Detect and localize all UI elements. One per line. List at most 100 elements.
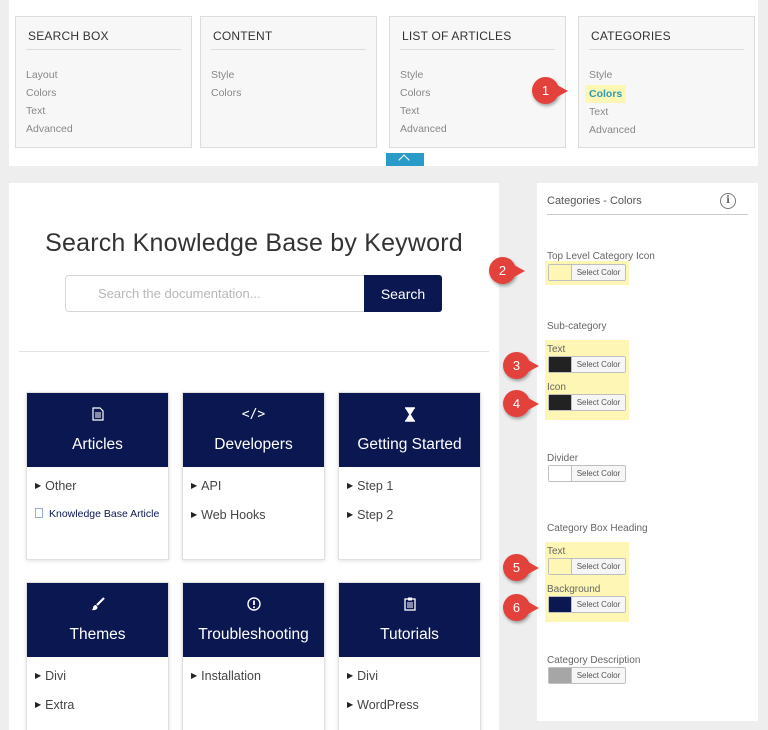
subcategory-item[interactable]: ▶Installation xyxy=(191,667,316,696)
divider-color-picker[interactable]: Select Color xyxy=(548,465,626,482)
tab-item-advanced[interactable]: Advanced xyxy=(26,120,73,138)
divider xyxy=(589,49,744,50)
select-color-button[interactable]: Select Color xyxy=(572,265,625,280)
color-swatch xyxy=(549,597,572,612)
triangle-right-icon: ▶ xyxy=(191,481,197,490)
subcategory-text-color-picker[interactable]: Select Color xyxy=(548,356,626,373)
triangle-right-icon: ▶ xyxy=(191,671,197,680)
color-swatch xyxy=(549,395,572,410)
color-swatch xyxy=(549,265,572,280)
heading-text-color-picker[interactable]: Select Color xyxy=(548,558,626,575)
divider xyxy=(400,49,555,50)
heading-background-color-picker[interactable]: Select Color xyxy=(548,596,626,613)
category-name: Articles xyxy=(27,436,168,454)
page-title: Search Knowledge Base by Keyword xyxy=(9,229,499,258)
triangle-right-icon: ▶ xyxy=(35,671,41,680)
category-box-tutorials: Tutorials ▶Divi ▶WordPress xyxy=(338,582,481,730)
tab-item-text[interactable]: Text xyxy=(589,103,636,121)
module-tabs-panel: SEARCH BOX Layout Colors Text Advanced C… xyxy=(9,0,758,166)
category-box-themes: Themes ▶Divi ▶Extra xyxy=(26,582,169,730)
select-color-button[interactable]: Select Color xyxy=(572,668,625,683)
tab-title: CONTENT xyxy=(213,29,272,43)
callout-badge: 6 xyxy=(503,594,530,621)
select-color-button[interactable]: Select Color xyxy=(572,357,625,372)
article-link[interactable]: Knowledge Base Article xyxy=(35,506,160,535)
tab-card-content: CONTENT Style Colors xyxy=(200,16,377,148)
divider xyxy=(26,49,181,50)
triangle-right-icon: ▶ xyxy=(347,510,353,519)
callout-badge: 5 xyxy=(503,554,530,581)
tab-item-colors[interactable]: Colors xyxy=(26,84,73,102)
subcategory-item[interactable]: ▶Web Hooks xyxy=(191,506,316,535)
tab-item-style[interactable]: Style xyxy=(589,66,636,84)
select-color-button[interactable]: Select Color xyxy=(572,559,625,574)
category-box-troubleshooting: Troubleshooting ▶Installation xyxy=(182,582,325,730)
callout-badge: 2 xyxy=(489,257,516,284)
tab-item-text[interactable]: Text xyxy=(26,102,73,120)
callout-badge: 1 xyxy=(532,77,559,104)
heading-text-label: Text xyxy=(547,546,565,557)
category-description-label: Category Description xyxy=(547,655,640,666)
document-icon xyxy=(35,508,43,518)
document-icon xyxy=(27,407,168,424)
category-box-heading: Themes xyxy=(27,583,168,657)
divider-label: Divider xyxy=(547,453,578,464)
brush-icon xyxy=(27,597,168,614)
subcategory-item[interactable]: ▶Extra xyxy=(35,696,160,725)
callout-badge: 4 xyxy=(503,390,530,417)
category-name: Troubleshooting xyxy=(183,626,324,644)
subcategory-icon-color-picker[interactable]: Select Color xyxy=(548,394,626,411)
top-level-icon-color-picker[interactable]: Select Color xyxy=(548,264,626,281)
tab-item-advanced[interactable]: Advanced xyxy=(400,120,447,138)
select-color-button[interactable]: Select Color xyxy=(572,597,625,612)
sub-text-label: Text xyxy=(547,344,565,355)
subcategory-label: Sub-category xyxy=(547,321,606,332)
tab-item-style[interactable]: Style xyxy=(400,66,447,84)
category-box-heading: Tutorials xyxy=(339,583,480,657)
panel-title: Categories - Colors xyxy=(547,195,642,207)
subcategory-item[interactable]: ▶API xyxy=(191,477,316,506)
divider xyxy=(547,214,748,215)
info-icon[interactable]: i xyxy=(720,193,736,209)
category-name: Tutorials xyxy=(339,626,480,644)
color-swatch xyxy=(549,559,572,574)
knowledge-base-preview: Search Knowledge Base by Keyword Search … xyxy=(9,183,499,730)
tab-item-style[interactable]: Style xyxy=(211,66,241,84)
chevron-up-icon xyxy=(398,154,409,165)
code-icon: </> xyxy=(183,407,324,422)
heading-background-label: Background xyxy=(547,584,600,595)
category-box-getting-started: Getting Started ▶Step 1 ▶Step 2 xyxy=(338,392,481,560)
tab-item-colors[interactable]: Colors xyxy=(400,84,447,102)
tab-item-colors-active[interactable]: Colors xyxy=(585,85,626,103)
collapse-panel-button[interactable] xyxy=(386,153,424,166)
tab-item-advanced[interactable]: Advanced xyxy=(589,121,636,139)
subcategory-item[interactable]: ▶Divi xyxy=(35,667,160,696)
subcategory-item[interactable]: ▶Divi xyxy=(347,667,472,696)
search-button[interactable]: Search xyxy=(364,275,442,312)
color-swatch xyxy=(549,668,572,683)
tab-item-colors[interactable]: Colors xyxy=(211,84,241,102)
subcategory-item[interactable]: ▶Other xyxy=(35,477,160,506)
tab-title: SEARCH BOX xyxy=(28,29,109,43)
category-name: Getting Started xyxy=(339,436,480,454)
tab-title: LIST OF ARTICLES xyxy=(402,29,511,43)
color-swatch xyxy=(549,357,572,372)
select-color-button[interactable]: Select Color xyxy=(572,466,625,481)
tab-card-categories: CATEGORIES Style Colors Text Advanced xyxy=(578,16,755,148)
tab-title: CATEGORIES xyxy=(591,29,671,43)
triangle-right-icon: ▶ xyxy=(347,700,353,709)
search-input[interactable] xyxy=(65,275,365,312)
subcategory-item[interactable]: ▶Step 2 xyxy=(347,506,472,535)
description-color-picker[interactable]: Select Color xyxy=(548,667,626,684)
tab-item-text[interactable]: Text xyxy=(400,102,447,120)
category-box-heading-label: Category Box Heading xyxy=(547,523,648,534)
category-box-heading: Articles xyxy=(27,393,168,467)
category-box-heading: Getting Started xyxy=(339,393,480,467)
tab-card-search-box: SEARCH BOX Layout Colors Text Advanced xyxy=(15,16,192,148)
callout-badge: 3 xyxy=(503,352,530,379)
subcategory-item[interactable]: ▶WordPress xyxy=(347,696,472,725)
select-color-button[interactable]: Select Color xyxy=(572,395,625,410)
subcategory-item[interactable]: ▶Step 1 xyxy=(347,477,472,506)
tab-item-layout[interactable]: Layout xyxy=(26,66,73,84)
category-box-heading: </> Developers xyxy=(183,393,324,467)
